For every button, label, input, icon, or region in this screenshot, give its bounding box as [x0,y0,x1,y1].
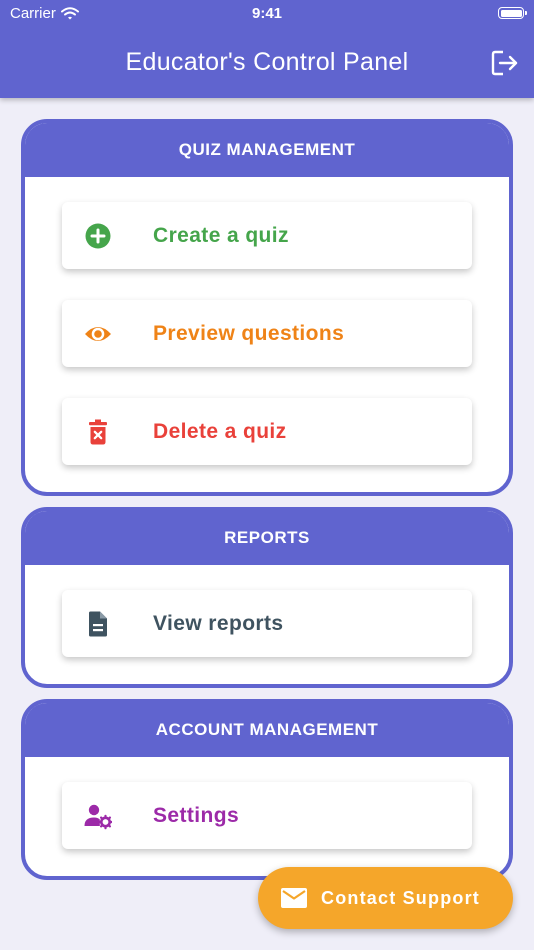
status-time: 9:41 [251,5,283,22]
mail-icon [281,888,307,908]
contact-support-button[interactable]: Contact Support [258,867,513,929]
logout-button[interactable] [490,48,520,78]
preview-questions-label: Preview questions [153,322,345,345]
page-title: Educator's Control Panel [125,48,409,76]
battery-icon [498,7,527,19]
section-header-quiz-management: QUIZ MANAGEMENT [25,123,509,177]
reports-section: REPORTS View reports [21,507,513,688]
delete-quiz-label: Delete a quiz [153,420,287,443]
settings-button[interactable]: Settings [62,782,472,849]
app-header: Carrier 9:41 Educator's Control Panel [0,0,534,98]
delete-quiz-button[interactable]: Delete a quiz [62,398,472,465]
section-header-account-management: ACCOUNT MANAGEMENT [25,703,509,757]
account-management-section: ACCOUNT MANAGEMENT Settings [21,699,513,880]
logout-icon [491,50,518,76]
eye-icon [85,327,111,341]
view-reports-label: View reports [153,612,284,635]
view-reports-button[interactable]: View reports [62,590,472,657]
section-header-reports: REPORTS [25,511,509,565]
status-bar: Carrier 9:41 [0,0,534,28]
contact-support-label: Contact Support [321,888,480,908]
add-circle-icon [85,223,111,249]
quiz-management-section: QUIZ MANAGEMENT Create a quiz Preview qu… [21,119,513,496]
settings-label: Settings [153,804,240,827]
preview-questions-button[interactable]: Preview questions [62,300,472,367]
create-quiz-label: Create a quiz [153,224,289,247]
document-icon [89,611,107,637]
user-settings-icon [84,804,112,830]
create-quiz-button[interactable]: Create a quiz [62,202,472,269]
trash-icon [89,419,107,445]
